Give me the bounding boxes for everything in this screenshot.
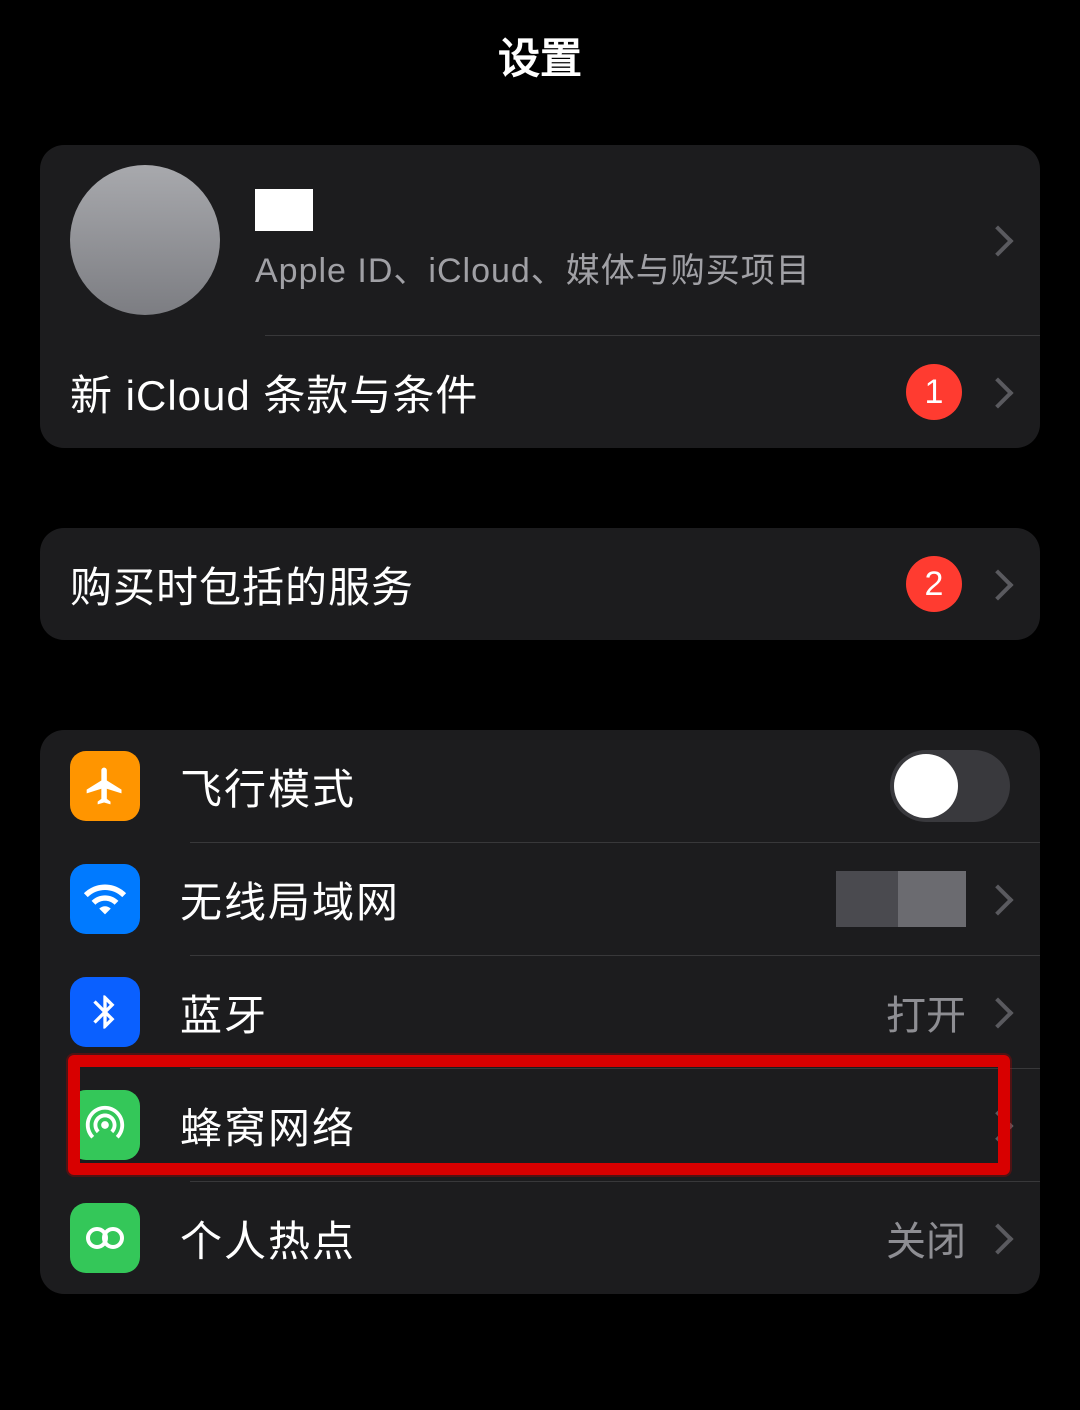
hotspot-label: 个人热点 [180,1208,886,1269]
icloud-terms-label: 新 iCloud 条款与条件 [70,362,906,423]
bluetooth-value: 打开 [886,983,966,1041]
icloud-terms-row[interactable]: 新 iCloud 条款与条件 1 [40,336,1040,448]
account-text: Apple ID、iCloud、媒体与购买项目 [255,189,990,292]
airplane-icon [70,751,140,821]
chevron-right-icon [990,375,1010,409]
wifi-label: 无线局域网 [180,869,836,930]
chevron-right-icon [990,1221,1010,1255]
bluetooth-label: 蓝牙 [180,982,886,1043]
account-section: Apple ID、iCloud、媒体与购买项目 新 iCloud 条款与条件 1 [40,145,1040,448]
wifi-value-redacted [836,871,966,927]
account-subtitle: Apple ID、iCloud、媒体与购买项目 [255,243,990,292]
bluetooth-row[interactable]: 蓝牙 打开 [40,956,1040,1068]
badge: 1 [906,364,962,420]
bluetooth-icon [70,977,140,1047]
chevron-right-icon [990,223,1010,257]
account-row[interactable]: Apple ID、iCloud、媒体与购买项目 [40,145,1040,335]
cellular-icon [70,1090,140,1160]
account-name-redacted [255,189,313,231]
badge: 2 [906,556,962,612]
network-section: 飞行模式 无线局域网 蓝牙 打开 蜂窝网 [40,730,1040,1294]
chevron-right-icon [990,882,1010,916]
airplane-mode-row[interactable]: 飞行模式 [40,730,1040,842]
chevron-right-icon [990,567,1010,601]
hotspot-row[interactable]: 个人热点 关闭 [40,1182,1040,1294]
chevron-right-icon [990,995,1010,1029]
wifi-row[interactable]: 无线局域网 [40,843,1040,955]
cellular-label: 蜂窝网络 [180,1095,990,1156]
services-row[interactable]: 购买时包括的服务 2 [40,528,1040,640]
hotspot-icon [70,1203,140,1273]
airplane-mode-toggle[interactable] [890,750,1010,822]
toggle-knob [894,754,958,818]
page-title: 设置 [498,25,582,86]
services-label: 购买时包括的服务 [70,554,906,615]
cellular-row[interactable]: 蜂窝网络 [40,1069,1040,1181]
chevron-right-icon [990,1108,1010,1142]
services-section: 购买时包括的服务 2 [40,528,1040,640]
avatar [70,165,220,315]
airplane-mode-label: 飞行模式 [180,756,890,817]
header: 设置 [0,0,1080,110]
wifi-icon [70,864,140,934]
hotspot-value: 关闭 [886,1209,966,1267]
